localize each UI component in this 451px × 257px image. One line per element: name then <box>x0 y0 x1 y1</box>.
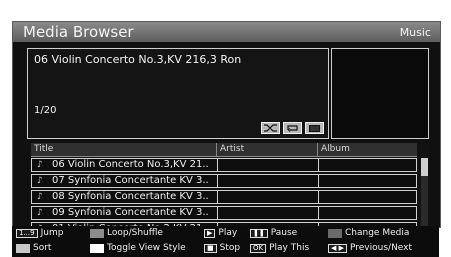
pause-label: Pause <box>270 228 298 238</box>
column-header-album[interactable]: Album <box>318 143 417 156</box>
blue-key-icon <box>328 228 342 238</box>
column-header-artist[interactable]: Artist <box>217 143 318 156</box>
footer-pause[interactable]: ❚❚ Pause <box>250 228 297 238</box>
table-row[interactable]: ♪ 06 Violin Concerto No.3,KV 21.. <box>31 158 417 172</box>
track-title: 06 Violin Concerto No.3,KV 21.. <box>52 159 209 170</box>
album-art-panel <box>331 48 429 139</box>
table-row[interactable]: ♪ 08 Synfonia Concertante KV 3.. <box>31 190 417 204</box>
shuffle-icon[interactable] <box>261 122 280 134</box>
footer-sort[interactable]: Sort <box>16 243 51 253</box>
track-title: 07 Synfonia Concertante KV 3.. <box>52 175 209 186</box>
track-album <box>318 159 417 171</box>
track-artist <box>217 159 318 171</box>
track-title: 08 Synfonia Concertante KV 3.. <box>52 191 209 202</box>
left-right-arrows-icon: ◀ ▶ <box>328 243 347 253</box>
red-key-icon <box>90 228 104 238</box>
footer-stop[interactable]: ■ Stop <box>204 243 240 253</box>
footer-previous-next[interactable]: ◀ ▶ Previous/Next <box>328 243 412 253</box>
loop-icon[interactable] <box>283 122 302 134</box>
track-album <box>318 175 417 187</box>
play-label: Play <box>218 228 238 238</box>
play-key-icon: ▶ <box>204 228 216 238</box>
now-playing-panel: 06 Violin Concerto No.3,KV 216,3 Ron 1/2… <box>27 48 329 139</box>
yellow-key-icon <box>90 243 104 253</box>
footer-change-media[interactable]: Change Media <box>328 228 409 238</box>
number-keys-icon: 1...9 <box>16 228 38 238</box>
now-playing-title: 06 Violin Concerto No.3,KV 216,3 Ron <box>34 53 242 66</box>
view-icon[interactable] <box>305 122 324 134</box>
stop-label: Stop <box>219 243 241 253</box>
page-title: Media Browser <box>23 23 134 41</box>
pause-key-icon: ❚❚ <box>250 228 268 238</box>
play-this-label: Play This <box>269 243 310 253</box>
footer-loop-shuffle[interactable]: Loop/Shuffle <box>90 228 163 238</box>
key-help-footer: 1...9 Jump Loop/Shuffle ▶ Play ❚❚ Pause … <box>12 226 439 257</box>
column-header-title[interactable]: Title <box>31 143 217 156</box>
track-artist <box>217 207 318 219</box>
footer-toggle-view[interactable]: Toggle View Style <box>90 243 186 253</box>
list-header: Title Artist Album <box>31 143 417 157</box>
track-artist <box>217 175 318 187</box>
title-bar: Media Browser Music <box>13 22 440 42</box>
track-title: 09 Synfonia Concertante KV 3.. <box>52 207 209 218</box>
toggle-view-label: Toggle View Style <box>107 243 186 253</box>
footer-play-this[interactable]: OK Play This <box>250 243 309 253</box>
loop-shuffle-label: Loop/Shuffle <box>107 228 163 238</box>
track-album <box>318 207 417 219</box>
ok-key-icon: OK <box>250 243 267 253</box>
media-browser-window: Media Browser Music 06 Violin Concerto N… <box>12 21 441 241</box>
media-mode-label: Music <box>399 26 431 39</box>
stop-key-icon: ■ <box>204 243 217 253</box>
green-key-icon <box>16 243 30 253</box>
previous-next-label: Previous/Next <box>350 243 413 253</box>
table-row[interactable]: ♪ 07 Synfonia Concertante KV 3.. <box>31 174 417 188</box>
footer-jump[interactable]: 1...9 Jump <box>16 228 63 238</box>
change-media-label: Change Media <box>345 228 410 238</box>
track-artist <box>217 191 318 203</box>
footer-play[interactable]: ▶ Play <box>204 228 237 238</box>
table-row[interactable]: ♪ 09 Synfonia Concertante KV 3.. <box>31 206 417 220</box>
scrollbar-thumb[interactable] <box>421 158 428 176</box>
track-counter: 1/20 <box>34 105 57 116</box>
track-album <box>318 191 417 203</box>
sort-label: Sort <box>33 243 52 253</box>
playback-mode-icons <box>261 122 324 134</box>
jump-label: Jump <box>40 228 64 238</box>
